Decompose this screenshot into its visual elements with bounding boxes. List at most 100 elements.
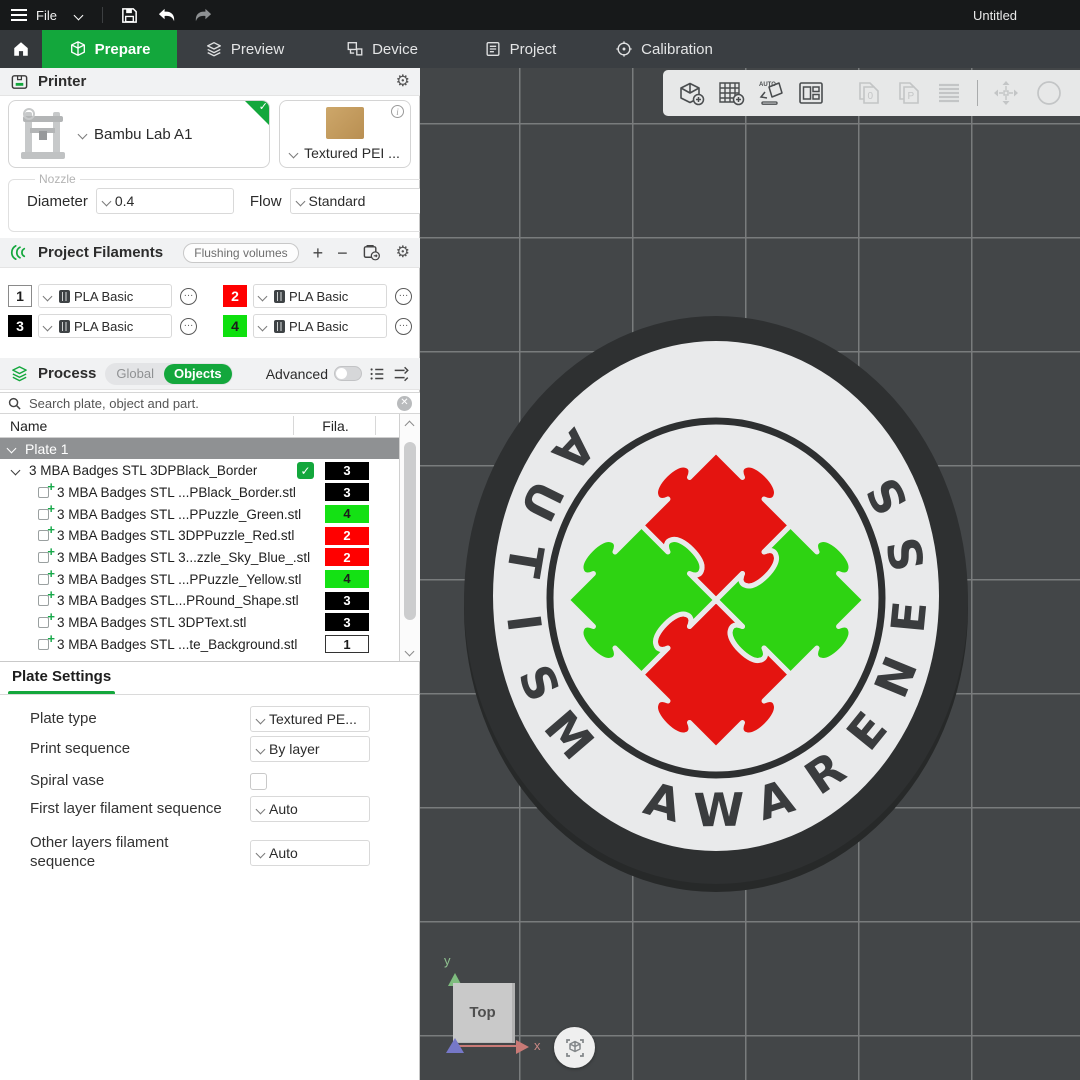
- filament-select[interactable]: PLA Basic: [253, 284, 387, 308]
- spiral-vase-checkbox[interactable]: [250, 773, 267, 790]
- filament-type-icon: [59, 320, 70, 333]
- save-icon[interactable]: [119, 4, 141, 26]
- checkbox-checked-icon[interactable]: ✓: [297, 462, 314, 479]
- add-part-icon[interactable]: [38, 595, 49, 606]
- parameter-settings-icon[interactable]: [392, 365, 410, 383]
- table-row-part[interactable]: 3 MBA Badges STL 3DPPuzzle_Red.stl 2: [0, 525, 399, 547]
- filament-select[interactable]: PLA Basic: [38, 284, 172, 308]
- table-row-part[interactable]: 3 MBA Badges STL ...PPuzzle_Yellow.stl 4: [0, 568, 399, 590]
- list-icon[interactable]: [368, 365, 386, 383]
- add-part-icon[interactable]: [38, 552, 49, 563]
- chevron-down-icon[interactable]: [11, 466, 21, 476]
- first-layer-sequence-select[interactable]: Auto: [250, 796, 370, 822]
- plate-type-select[interactable]: Textured PE...: [250, 706, 370, 732]
- scope-objects[interactable]: Objects: [164, 364, 232, 384]
- table-scrollbar[interactable]: [399, 414, 420, 661]
- nozzle-flow-select[interactable]: Standard: [290, 188, 434, 214]
- tab-project[interactable]: Project: [452, 30, 588, 68]
- flushing-volumes-button[interactable]: Flushing volumes: [183, 243, 298, 263]
- viewport-3d[interactable]: AUTISMAWARENESS AUTO 0 P: [420, 68, 1080, 1080]
- filament-more-icon[interactable]: …: [395, 318, 412, 335]
- filament-badge[interactable]: 3: [325, 592, 369, 610]
- filament-badge[interactable]: 3: [325, 613, 369, 631]
- plate-settings-tab[interactable]: Plate Settings: [0, 668, 420, 686]
- arrange-icon[interactable]: [791, 73, 831, 113]
- gear-icon[interactable]: ⚙: [396, 74, 410, 90]
- info-icon[interactable]: i: [391, 105, 404, 118]
- tab-home[interactable]: [0, 30, 42, 68]
- redo-icon[interactable]: [193, 4, 215, 26]
- tab-calibration[interactable]: Calibration: [588, 30, 740, 68]
- filament-badge[interactable]: 4: [325, 570, 369, 588]
- chevron-down-icon[interactable]: [74, 10, 84, 20]
- rotate-icon[interactable]: [1026, 73, 1066, 113]
- move-icon[interactable]: [986, 73, 1026, 113]
- add-filament-icon[interactable]: +: [313, 244, 324, 262]
- axis-x-label: x: [534, 1038, 541, 1053]
- gear-icon[interactable]: ⚙: [396, 245, 410, 261]
- filament-more-icon[interactable]: …: [395, 288, 412, 305]
- other-layers-sequence-select[interactable]: Auto: [250, 840, 370, 866]
- filament-badge[interactable]: 4: [325, 505, 369, 523]
- tab-preview[interactable]: Preview: [177, 30, 312, 68]
- table-row-part[interactable]: 3 MBA Badges STL ...te_Background.stl 1: [0, 634, 399, 656]
- clear-search-icon[interactable]: ✕: [397, 396, 412, 411]
- add-plate-icon[interactable]: [711, 73, 751, 113]
- plate-selector[interactable]: i Textured PEI ...: [279, 100, 411, 168]
- name-column-header[interactable]: Name: [10, 418, 47, 434]
- hamburger-menu-icon[interactable]: [8, 4, 30, 26]
- fila-column-header[interactable]: Fila.: [296, 418, 375, 434]
- advanced-toggle[interactable]: [334, 366, 362, 381]
- filament-badge[interactable]: 3: [325, 462, 369, 480]
- remove-filament-icon[interactable]: −: [337, 244, 348, 262]
- axis-y-label: y: [444, 953, 451, 968]
- cube-view-icon: [563, 1036, 587, 1060]
- chevron-down-icon[interactable]: [7, 444, 17, 454]
- filament-more-icon[interactable]: …: [180, 288, 197, 305]
- variable-layer-height-icon[interactable]: [929, 73, 969, 113]
- view-cube-top[interactable]: Top: [453, 983, 515, 1043]
- printer-selector[interactable]: Bambu Lab A1 ✓: [8, 100, 270, 168]
- undo-icon[interactable]: [156, 4, 178, 26]
- auto-orient-icon[interactable]: AUTO: [751, 73, 791, 113]
- orientation-reset-button[interactable]: [554, 1027, 595, 1068]
- scroll-down-icon[interactable]: [405, 647, 415, 657]
- add-part-icon[interactable]: [38, 530, 49, 541]
- table-row-part[interactable]: 3 MBA Badges STL 3...zzle_Sky_Blue_.stl …: [0, 547, 399, 569]
- split-to-objects-icon[interactable]: 0: [849, 73, 889, 113]
- tab-device[interactable]: Device: [312, 30, 452, 68]
- filament-badge[interactable]: 3: [325, 483, 369, 501]
- table-row-object[interactable]: 3 MBA Badges STL 3DPBlack_Border ✓ 3: [0, 460, 399, 482]
- add-object-icon[interactable]: [671, 73, 711, 113]
- filament-badge[interactable]: 2: [325, 527, 369, 545]
- add-part-icon[interactable]: [38, 617, 49, 628]
- table-row-part[interactable]: 3 MBA Badges STL ...PBlack_Border.stl 3: [0, 482, 399, 504]
- tab-prepare[interactable]: Prepare: [42, 30, 177, 68]
- add-part-icon[interactable]: [38, 639, 49, 650]
- tab-label: Device: [372, 41, 418, 58]
- scope-global[interactable]: Global: [106, 364, 164, 384]
- filament-badge[interactable]: 2: [325, 548, 369, 566]
- filament-badge[interactable]: 1: [325, 635, 369, 653]
- table-row-part[interactable]: 3 MBA Badges STL ...PPuzzle_Green.stl 4: [0, 503, 399, 525]
- nozzle-diameter-select[interactable]: 0.4: [96, 188, 234, 214]
- file-menu[interactable]: File: [36, 8, 57, 23]
- split-to-parts-icon[interactable]: P: [889, 73, 929, 113]
- search-input[interactable]: [27, 395, 391, 412]
- filament-select[interactable]: PLA Basic: [38, 314, 172, 338]
- scroll-up-icon[interactable]: [405, 421, 415, 431]
- add-part-icon[interactable]: [38, 509, 49, 520]
- filament-more-icon[interactable]: …: [180, 318, 197, 335]
- table-row-part[interactable]: 3 MBA Badges STL...PRound_Shape.stl 3: [0, 590, 399, 612]
- scrollbar-thumb[interactable]: [404, 442, 416, 620]
- filament-select[interactable]: PLA Basic: [253, 314, 387, 338]
- add-part-icon[interactable]: [38, 487, 49, 498]
- plate-row[interactable]: Plate 1: [0, 438, 399, 459]
- print-sequence-select[interactable]: By layer: [250, 736, 370, 762]
- svg-text:P: P: [908, 91, 915, 102]
- filament-number: 1: [8, 285, 32, 307]
- ams-sync-icon[interactable]: [362, 243, 382, 262]
- model-autism-awareness-badge[interactable]: [420, 68, 1080, 1080]
- add-part-icon[interactable]: [38, 574, 49, 585]
- table-row-part[interactable]: 3 MBA Badges STL 3DPText.stl 3: [0, 612, 399, 634]
